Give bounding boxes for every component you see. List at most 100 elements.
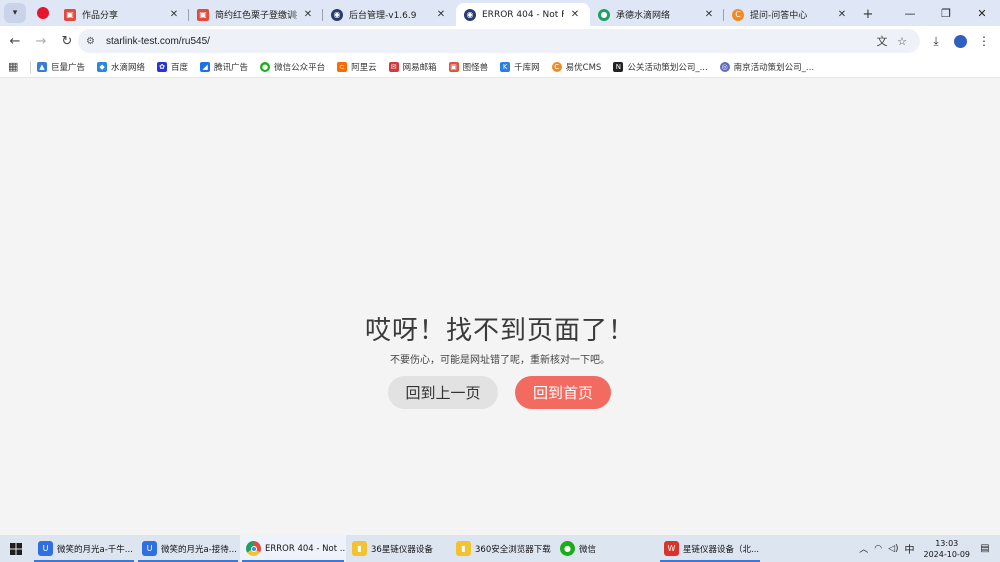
minimize-icon[interactable]: — <box>892 0 928 26</box>
url-text[interactable]: starlink-test.com/ru545/ <box>106 36 210 47</box>
tab-title: ERROR 404 - Not Found <box>482 9 564 20</box>
bookmark-icon: ◆ <box>97 61 108 72</box>
page-content: 哎呀！找不到页面了！ 不要伤心，可能是网址错了呢，重新核对一下吧。 回到上一页 … <box>0 78 1000 535</box>
tab-favicon-icon: ● <box>598 8 610 21</box>
taskbar-app[interactable]: U 微笑的月光a-接待... <box>136 535 240 562</box>
bookmark-item[interactable]: K 千库网 <box>500 61 540 73</box>
taskbar-app[interactable]: ▮ 36星链仪器设备 <box>346 535 450 562</box>
bookmark-item[interactable]: C 易优CMS <box>551 61 601 73</box>
taskbar-app[interactable]: ▮ 360安全浏览器下载 <box>450 535 554 562</box>
chrome-icon <box>246 541 261 556</box>
tab-3-active[interactable]: ◉ ERROR 404 - Not Found ✕ <box>456 3 590 26</box>
bookmark-icon: ✉ <box>388 61 399 72</box>
clock-time: 13:03 <box>935 538 959 548</box>
bookmark-item[interactable]: ● 微信公众平台 <box>260 61 325 73</box>
bookmark-icon: ● <box>260 61 271 72</box>
bookmarks-bar: ▦ ▲ 巨量广告 ◆ 水滴网络 ✿ 百度 ◢ 腾讯广告 ● 微信公众平台 ⊂ 阿里云 ✉ 网易… <box>0 56 1000 78</box>
ime-indicator[interactable]: 中 <box>905 541 915 556</box>
close-window-icon[interactable]: ✕ <box>964 0 1000 26</box>
bookmark-icon: ✿ <box>157 61 168 72</box>
windows-start-icon[interactable] <box>0 535 32 562</box>
wifi-icon[interactable]: ◠ <box>874 544 882 554</box>
close-icon[interactable]: ✕ <box>301 9 315 20</box>
bookmark-item[interactable]: ◢ 腾讯广告 <box>200 61 248 73</box>
tab-strip: ▾ ▣ 作品分享 ✕ ▣ 简约红色栗子登缴训招生 ✕ ◉ 后台管理-v1.6.9… <box>0 0 1000 26</box>
bookmark-icon: ◢ <box>200 61 211 72</box>
translate-icon[interactable]: 文 <box>872 33 892 49</box>
tab-title: 后台管理-v1.6.9 <box>349 11 417 21</box>
restore-icon[interactable]: ❐ <box>928 0 964 26</box>
wps-icon: W <box>664 541 679 556</box>
tab-title: 提问-问答中心 <box>750 11 808 21</box>
error-title: 哎呀！找不到页面了！ <box>364 316 635 346</box>
bookmark-item[interactable]: N 公关活动策划公司_... <box>613 61 708 73</box>
taskbar-app[interactable]: U 微笑的月光a-千牛... <box>32 535 136 562</box>
tab-5[interactable]: C 提问-问答中心 ✕ <box>724 3 857 26</box>
back-to-home-button[interactable]: 回到首页 <box>515 376 611 409</box>
close-icon[interactable]: ✕ <box>835 9 849 20</box>
site-settings-icon[interactable]: ⚙ <box>86 36 102 47</box>
clock[interactable]: 13:03 2024-10-09 <box>924 538 971 560</box>
tab-2[interactable]: ◉ 后台管理-v1.6.9 ✕ <box>323 3 456 26</box>
profile-icon[interactable] <box>948 29 972 53</box>
back-arrow-icon[interactable]: ← <box>2 28 28 54</box>
reload-icon[interactable]: ↻ <box>54 28 80 54</box>
bookmark-icon: ⊂ <box>337 61 348 72</box>
system-tray: ︿ ◠ ◁) 中 13:03 2024-10-09 ▤ <box>856 535 1000 562</box>
bookmark-item[interactable]: ◎ 南京活动策划公司_... <box>719 61 814 73</box>
tab-1[interactable]: ▣ 简约红色栗子登缴训招生 ✕ <box>189 3 323 26</box>
bookmark-item[interactable]: ▣ 图怪兽 <box>448 61 488 73</box>
window-controls: — ❐ ✕ <box>892 0 1000 26</box>
bookmark-icon: ▣ <box>448 61 459 72</box>
bookmark-icon: K <box>500 61 511 72</box>
bookmark-icon: ▲ <box>37 61 47 72</box>
tab-0[interactable]: ▣ 作品分享 ✕ <box>56 3 189 26</box>
folder-icon: ▮ <box>456 541 471 556</box>
tab-favicon-icon: ◉ <box>331 8 343 21</box>
qianniu-icon: U <box>38 541 53 556</box>
taskbar-app[interactable]: ERROR 404 - Not ... <box>240 535 346 562</box>
volume-icon[interactable]: ◁) <box>888 544 898 554</box>
qianniu-icon: U <box>142 541 157 556</box>
folder-icon: ▮ <box>352 541 367 556</box>
download-icon[interactable]: ⤓ <box>924 29 948 53</box>
bookmark-icon: N <box>613 61 624 72</box>
tab-favicon-icon: ▣ <box>197 8 209 21</box>
bookmark-item[interactable]: ⊂ 阿里云 <box>337 61 377 73</box>
new-tab-button[interactable]: + <box>857 3 879 25</box>
close-icon[interactable]: ✕ <box>568 9 582 20</box>
star-icon[interactable]: ☆ <box>892 33 912 49</box>
close-icon[interactable]: ✕ <box>167 9 181 20</box>
bookmark-item[interactable]: ▲ 巨量广告 <box>37 61 85 73</box>
weibo-icon <box>37 7 49 19</box>
tab-favicon-icon: C <box>732 8 744 21</box>
bookmark-item[interactable]: ◆ 水滴网络 <box>97 61 145 73</box>
apps-grid-icon[interactable]: ▦ <box>8 60 26 73</box>
bookmark-item[interactable]: ✉ 网易邮箱 <box>388 61 437 73</box>
pinned-tab[interactable] <box>30 2 56 24</box>
tab-title: 承德水滴网络 <box>616 11 671 21</box>
bookmark-icon: C <box>551 61 562 72</box>
tab-favicon-icon: ◉ <box>464 8 476 21</box>
tab-favicon-icon: ▣ <box>64 8 76 21</box>
wechat-icon: ● <box>560 541 575 556</box>
forward-arrow-icon[interactable]: → <box>28 28 54 54</box>
chevron-up-icon[interactable]: ︿ <box>859 542 868 555</box>
address-bar[interactable]: ⚙ starlink-test.com/ru545/ 文 ☆ <box>78 29 920 53</box>
notification-icon[interactable]: ▤ <box>976 540 994 558</box>
back-to-previous-button[interactable]: 回到上一页 <box>388 376 498 409</box>
close-icon[interactable]: ✕ <box>434 9 448 20</box>
tab-title: 作品分享 <box>82 11 119 21</box>
tab-title: 简约红色栗子登缴训招生 <box>215 11 297 21</box>
tab-search-button[interactable]: ▾ <box>4 3 26 23</box>
bookmark-icon: ◎ <box>719 61 730 72</box>
tab-4[interactable]: ● 承德水滴网络 ✕ <box>590 3 724 26</box>
bookmark-item[interactable]: ✿ 百度 <box>157 61 188 73</box>
clock-date: 2024-10-09 <box>923 549 971 559</box>
menu-dots-icon[interactable]: ⋮ <box>972 29 996 53</box>
taskbar-app[interactable]: ● 微信 <box>554 535 658 562</box>
taskbar-app[interactable]: W 星链仪器设备（北... <box>658 535 762 562</box>
error-subtitle: 不要伤心，可能是网址错了呢，重新核对一下吧。 <box>390 355 610 366</box>
close-icon[interactable]: ✕ <box>702 9 716 20</box>
browser-toolbar: ← → ↻ ⚙ starlink-test.com/ru545/ 文 ☆ ⤓ ⋮ <box>0 26 1000 56</box>
